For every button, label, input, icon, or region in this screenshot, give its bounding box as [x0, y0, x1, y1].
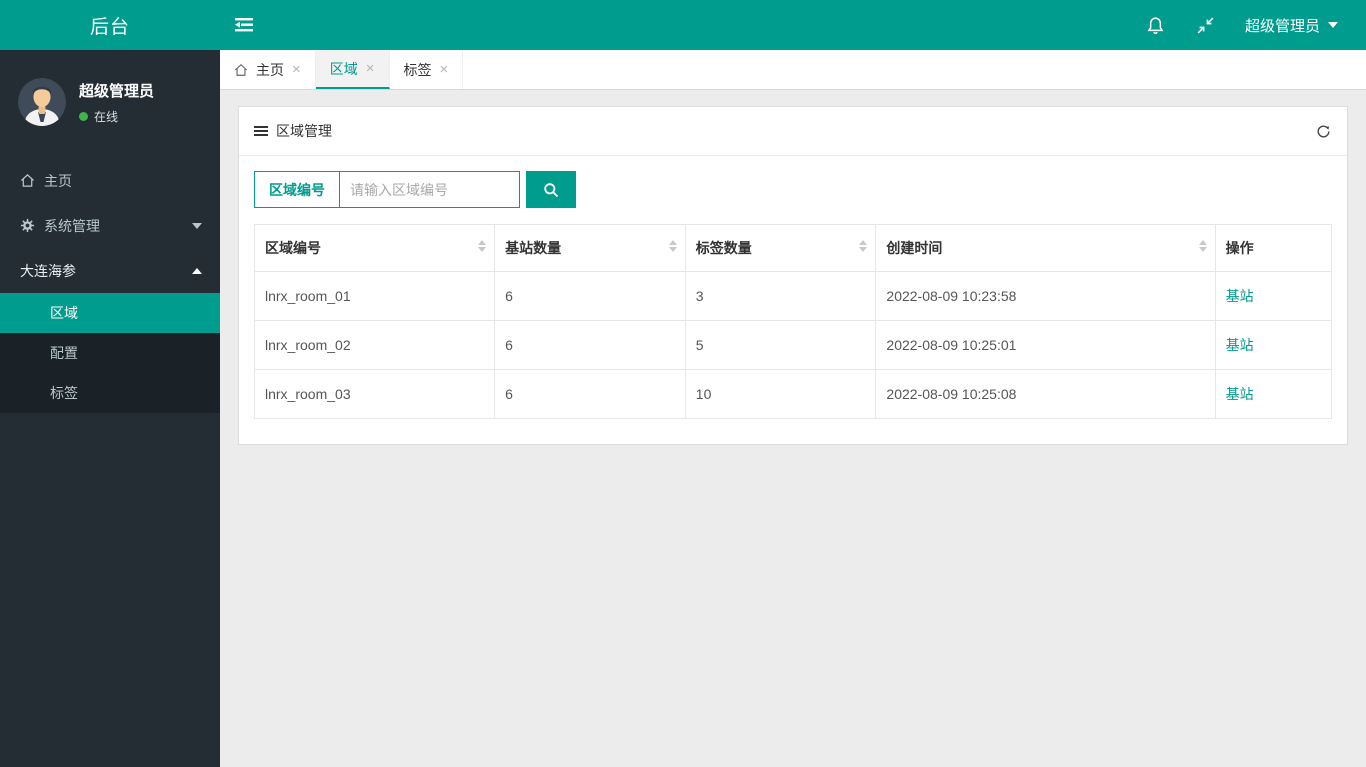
search-icon — [544, 182, 559, 197]
user-name: 超级管理员 — [79, 82, 155, 100]
home-icon — [20, 173, 44, 188]
sort-icon[interactable] — [668, 240, 677, 252]
column-header-created-at[interactable]: 创建时间 — [875, 224, 1216, 272]
sort-icon[interactable] — [859, 240, 868, 252]
table-cell: 基站 — [1214, 320, 1333, 370]
app-header: 后台 超级管理员 — [0, 0, 1366, 50]
avatar — [18, 78, 66, 126]
sidebar-item-tag[interactable]: 标签 — [0, 373, 220, 413]
user-menu-label: 超级管理员 — [1244, 17, 1320, 35]
user-status: 在线 — [79, 108, 154, 125]
tab-bar: 主页 × 区域 × 标签 × — [220, 50, 1366, 90]
table-cell: 2022-08-09 10:25:08 — [875, 369, 1216, 419]
area-id-input[interactable] — [339, 171, 520, 208]
navbar-right: 超级管理员 — [1131, 0, 1366, 50]
sidebar-item-label: 大连海参 — [20, 262, 76, 279]
sidebar-menu: 主页 系统管理 大连海参 区域 配置 标签 — [0, 158, 220, 413]
table-cell: lnrx_room_01 — [253, 271, 496, 321]
panel-body: 区域编号 区域编号 基站数量 — [239, 156, 1347, 444]
sidebar-item-config[interactable]: 配置 — [0, 333, 220, 373]
base-station-link[interactable]: 基站 — [1226, 288, 1254, 304]
table-cell: 10 — [684, 369, 877, 419]
sidebar-item-label: 主页 — [44, 172, 72, 189]
sidebar-submenu: 区域 配置 标签 — [0, 293, 220, 413]
list-bars-icon — [254, 124, 268, 138]
sidebar-item-system[interactable]: 系统管理 — [0, 203, 220, 248]
base-station-link[interactable]: 基站 — [1226, 337, 1254, 353]
table-cell: 基站 — [1214, 369, 1333, 419]
table-cell: 6 — [494, 320, 686, 370]
table-cell: 基站 — [1214, 271, 1333, 321]
search-field-label: 区域编号 — [254, 171, 339, 208]
user-status-label: 在线 — [94, 109, 119, 124]
close-icon[interactable]: × — [440, 61, 449, 78]
table-cell: 6 — [494, 369, 686, 419]
online-dot-icon — [79, 111, 88, 121]
table-cell: lnrx_room_02 — [253, 320, 496, 370]
panel-title: 区域管理 — [276, 123, 332, 139]
close-icon[interactable]: × — [366, 60, 375, 77]
close-icon[interactable]: × — [292, 61, 301, 78]
column-header-area-id[interactable]: 区域编号 — [253, 224, 496, 272]
table-cell: 3 — [684, 271, 877, 321]
caret-up-icon — [192, 267, 202, 274]
column-header-actions: 操作 — [1214, 224, 1333, 272]
refresh-icon[interactable] — [1315, 123, 1332, 140]
table-header-row: 区域编号 基站数量 标签数量 创建时间 操作 — [253, 224, 1333, 272]
tab-home[interactable]: 主页 × — [220, 50, 316, 89]
tab-label: 主页 — [256, 61, 284, 78]
app-logo: 后台 — [0, 0, 220, 50]
table-cell: lnrx_room_03 — [253, 369, 496, 419]
fullscreen-compress-icon[interactable] — [1181, 0, 1231, 50]
caret-down-icon — [192, 222, 202, 229]
search-button[interactable] — [526, 171, 576, 208]
area-management-panel: 区域管理 区域编号 请输入区域编号 区域编号 基站数量 标签数量 创建时间 操作… — [238, 106, 1348, 445]
sidebar-item-area[interactable]: 区域 — [0, 293, 220, 333]
user-info: 超级管理员 在线 — [79, 80, 154, 125]
caret-down-icon — [1328, 22, 1338, 28]
tab-label: 标签 — [403, 61, 432, 78]
area-table: 区域编号 基站数量 标签数量 创建时间 操作 lnrx_room_01 6 3 … — [253, 224, 1333, 419]
sidebar-user-panel: 超级管理员 在线 — [0, 50, 220, 146]
sidebar: 超级管理员 在线 主页 系统管理 大连海参 区域 配置 标签 — [0, 50, 220, 767]
user-menu[interactable]: 超级管理员 — [1231, 0, 1366, 50]
sort-icon[interactable] — [1198, 240, 1207, 252]
base-station-link[interactable]: 基站 — [1226, 386, 1254, 402]
column-header-tag-count[interactable]: 标签数量 — [684, 224, 877, 272]
table-row: lnrx_room_02 6 5 2022-08-09 10:25:01 基站 — [253, 320, 1333, 370]
tab-label: 区域 — [329, 60, 358, 77]
home-icon — [234, 63, 248, 76]
main-content: 区域管理 区域编号 请输入区域编号 区域编号 基站数量 标签数量 创建时间 操作… — [220, 90, 1366, 767]
sidebar-item-label: 配置 — [50, 345, 78, 361]
gear-icon — [20, 218, 44, 233]
table-cell: 2022-08-09 10:25:01 — [875, 320, 1216, 370]
tab-area[interactable]: 区域 × — [315, 50, 390, 89]
sidebar-item-home[interactable]: 主页 — [0, 158, 220, 203]
table-cell: 5 — [684, 320, 877, 370]
table-row: lnrx_room_01 6 3 2022-08-09 10:23:58 基站 — [253, 271, 1333, 321]
sort-icon[interactable] — [478, 240, 487, 252]
column-header-base-stations[interactable]: 基站数量 — [494, 224, 686, 272]
search-bar: 区域编号 — [254, 171, 1332, 208]
sidebar-toggle-icon[interactable] — [220, 0, 268, 50]
table-row: lnrx_room_03 6 10 2022-08-09 10:25:08 基站 — [253, 369, 1333, 419]
sidebar-item-label: 区域 — [50, 305, 78, 321]
table-cell: 2022-08-09 10:23:58 — [875, 271, 1216, 321]
table-cell: 6 — [494, 271, 686, 321]
bell-icon[interactable] — [1131, 0, 1181, 50]
sidebar-item-label: 系统管理 — [44, 217, 100, 234]
tab-tag[interactable]: 标签 × — [390, 50, 464, 89]
sidebar-item-dalian[interactable]: 大连海参 — [0, 248, 220, 293]
panel-header: 区域管理 — [239, 107, 1347, 156]
top-navbar: 超级管理员 — [220, 0, 1366, 50]
sidebar-item-label: 标签 — [50, 385, 78, 401]
